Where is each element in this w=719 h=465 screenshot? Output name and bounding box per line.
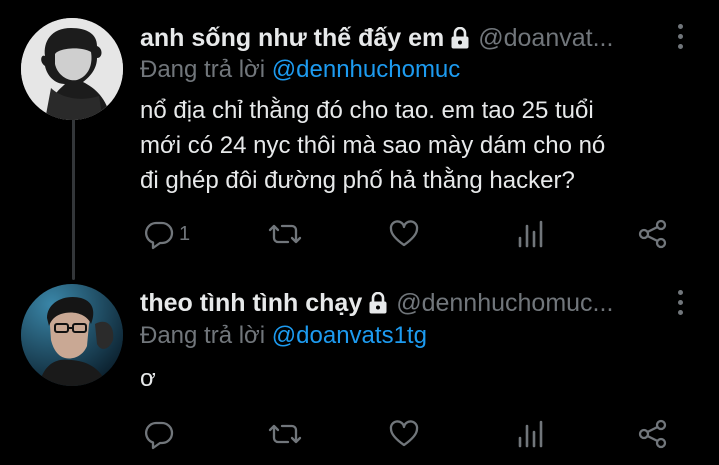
like-icon xyxy=(389,220,419,247)
share-button[interactable] xyxy=(637,418,669,450)
retweet-button[interactable] xyxy=(268,218,302,250)
reply-button[interactable]: 1 xyxy=(143,218,190,250)
replying-to-label: Đang trả lời xyxy=(140,322,272,349)
display-name[interactable]: anh sống như thế đấy em xyxy=(140,24,444,53)
share-icon xyxy=(638,219,667,249)
reply-icon xyxy=(144,221,174,250)
share-button[interactable] xyxy=(637,218,669,250)
handle[interactable]: @dennhuchomuc... xyxy=(396,289,613,318)
analytics-button[interactable] xyxy=(516,218,546,250)
tweet-2[interactable]: theo tình tình chạy @dennhuchomuc... Đan… xyxy=(0,280,719,465)
avatar-image xyxy=(21,284,123,386)
avatar-image xyxy=(21,18,123,120)
retweet-icon xyxy=(268,224,302,244)
analytics-icon xyxy=(518,420,543,448)
more-icon[interactable] xyxy=(675,24,685,54)
like-icon xyxy=(389,420,419,447)
replying-to-mention[interactable]: @doanvats1tg xyxy=(272,322,427,349)
share-icon xyxy=(638,419,667,449)
tweet-text: nổ địa chỉ thằng đó cho tao. em tao 25 t… xyxy=(140,97,606,194)
like-button[interactable] xyxy=(388,418,420,450)
reply-icon xyxy=(144,421,174,450)
display-name[interactable]: theo tình tình chạy xyxy=(140,289,362,318)
reply-count: 1 xyxy=(179,222,191,245)
action-bar: 1 xyxy=(140,218,680,250)
replying-to-mention[interactable]: @dennhuchomuc xyxy=(272,56,460,83)
replying-to-label: Đang trả lời xyxy=(140,56,272,83)
avatar[interactable] xyxy=(21,18,123,120)
lock-icon xyxy=(368,291,388,319)
tweet-header: anh sống như thế đấy em @doanvat... xyxy=(140,20,679,56)
lock-icon xyxy=(450,26,470,54)
more-icon[interactable] xyxy=(675,290,685,320)
analytics-button[interactable] xyxy=(516,418,546,450)
tweet-1[interactable]: anh sống như thế đấy em @doanvat... Đang… xyxy=(0,0,719,280)
action-bar xyxy=(140,418,680,450)
retweet-button[interactable] xyxy=(268,418,302,450)
handle[interactable]: @doanvat... xyxy=(478,24,613,53)
replying-to: Đang trả lời @doanvats1tg xyxy=(140,322,427,350)
like-button[interactable] xyxy=(388,218,420,250)
analytics-icon xyxy=(518,220,543,248)
avatar[interactable] xyxy=(21,284,123,386)
reply-button[interactable] xyxy=(143,418,179,450)
retweet-icon xyxy=(268,424,302,444)
tweet-text: ơ xyxy=(140,365,156,392)
tweet-header: theo tình tình chạy @dennhuchomuc... xyxy=(140,285,679,321)
replying-to: Đang trả lời @dennhuchomuc xyxy=(140,56,460,84)
